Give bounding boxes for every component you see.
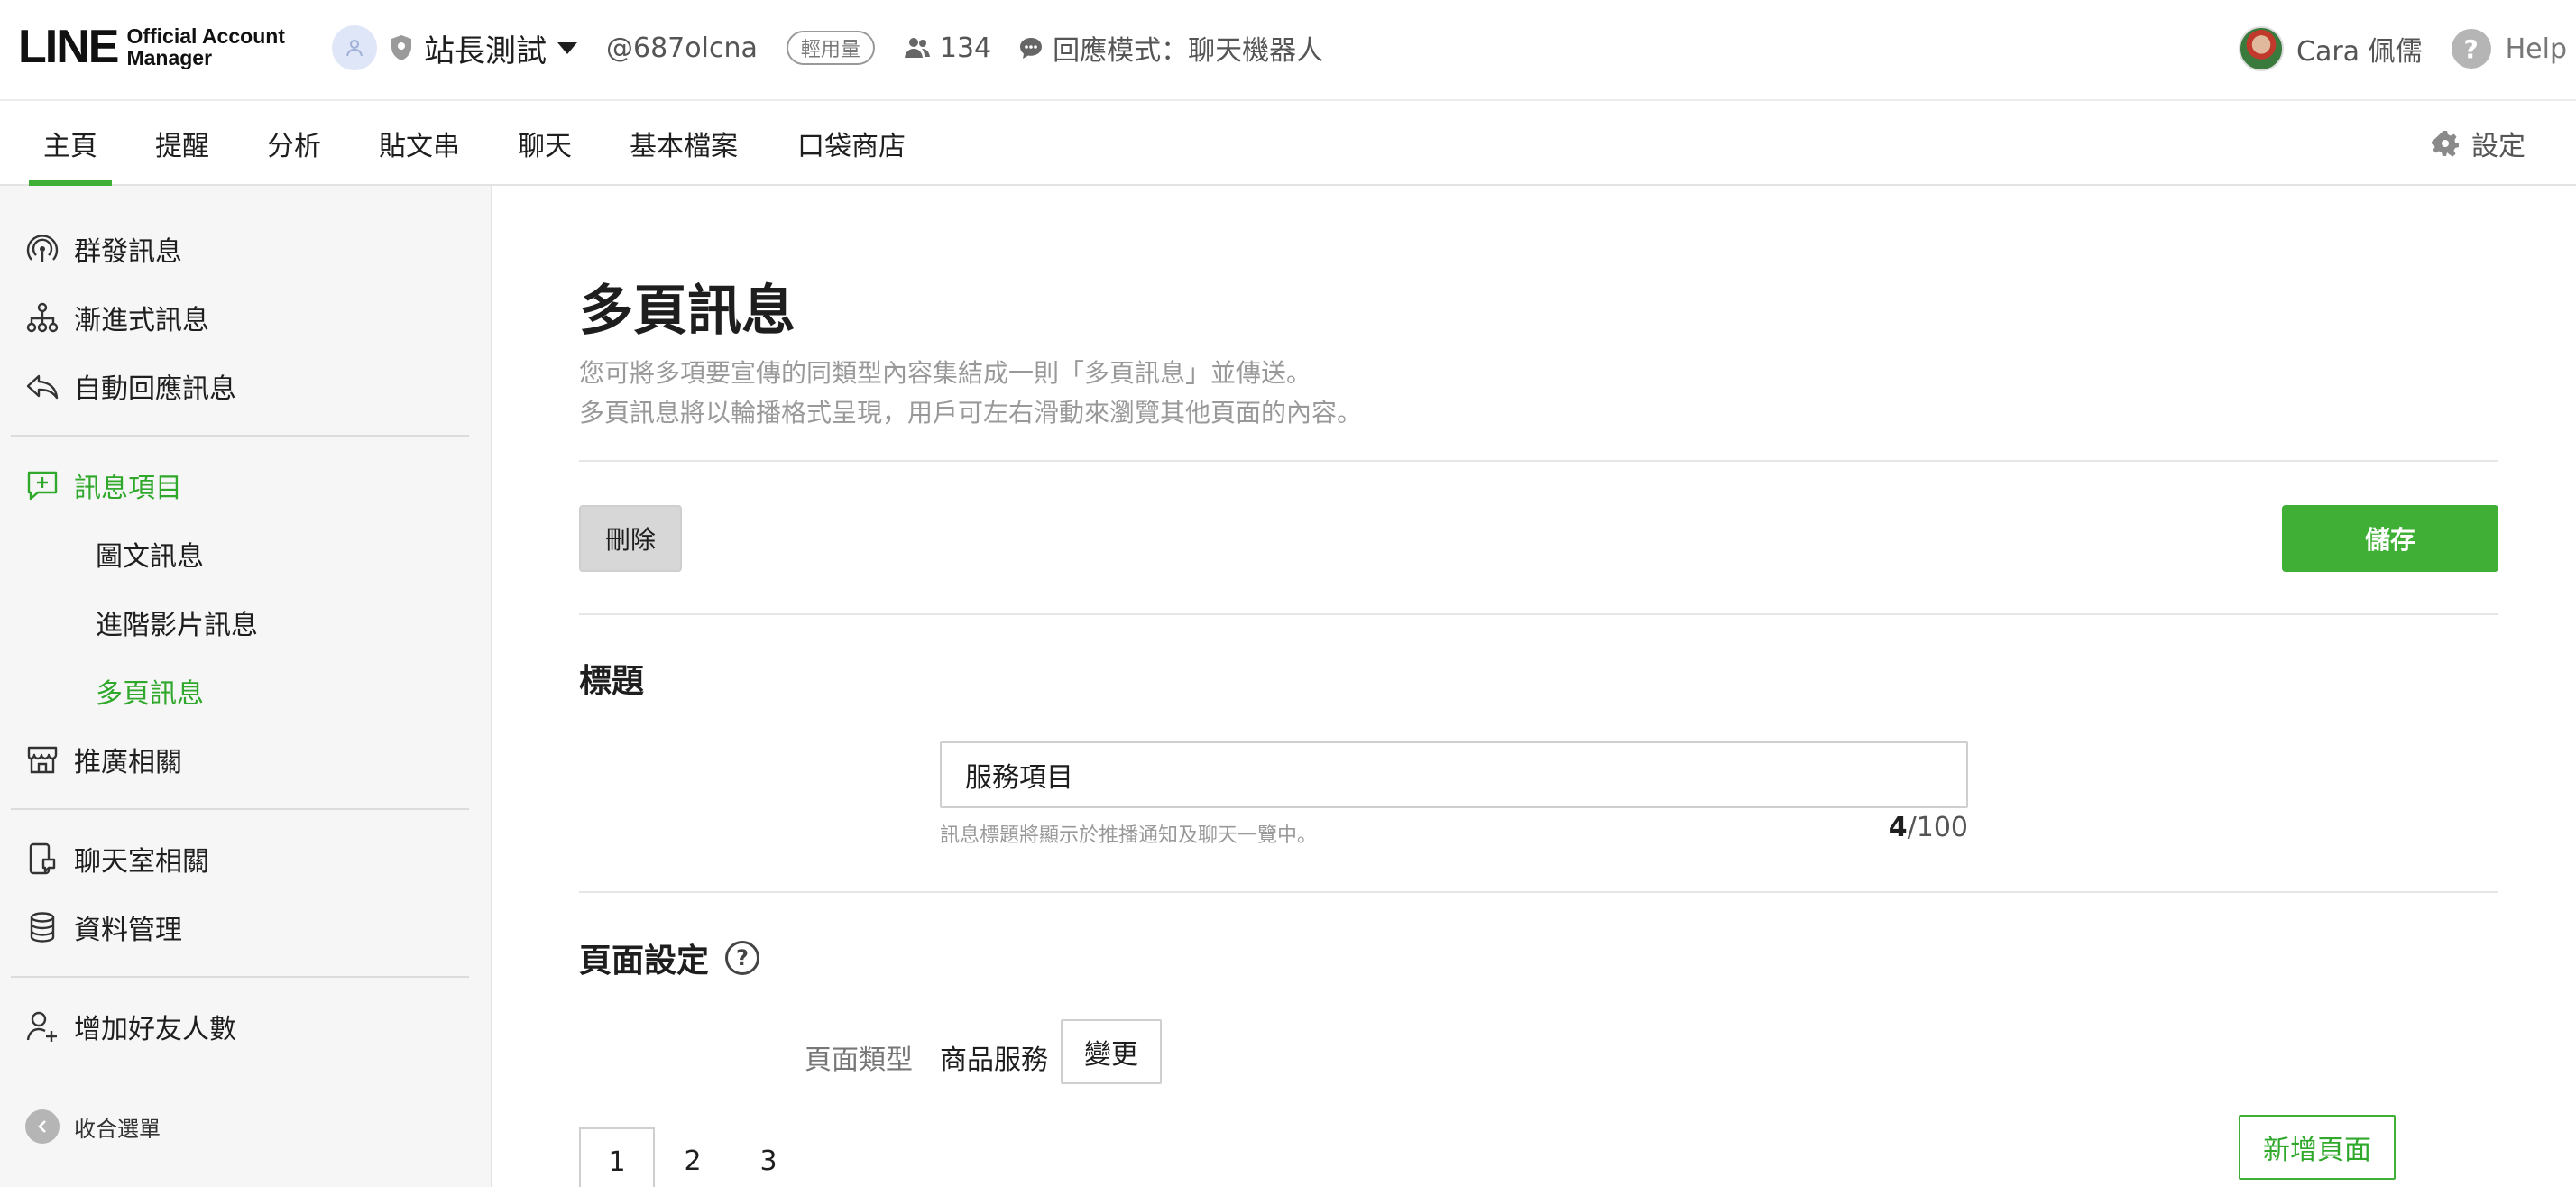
sidebar-item-message-items[interactable]: 訊息項目	[25, 460, 182, 511]
help-icon: ?	[2451, 29, 2491, 69]
sidebar-subitem-card-message[interactable]: 多頁訊息	[96, 666, 204, 716]
page-tab-3[interactable]: 3	[731, 1127, 806, 1187]
top-header: LINE Official Account Manager 站長測試 @687o…	[0, 0, 2576, 101]
store-icon	[27, 746, 58, 774]
delete-button[interactable]: 刪除	[579, 505, 682, 572]
tab-timeline[interactable]: 貼文串	[350, 101, 489, 186]
sidebar-divider	[11, 435, 469, 437]
plan-badge[interactable]: 輕用量	[786, 31, 875, 65]
help-link[interactable]: ? Help	[2451, 29, 2567, 69]
chat-bubble-icon	[1020, 38, 1043, 59]
add-page-button[interactable]: 新增頁面	[2239, 1115, 2396, 1180]
database-icon	[30, 912, 55, 943]
divider	[579, 460, 2498, 462]
tab-home[interactable]: 主頁	[14, 101, 126, 186]
message-title-input[interactable]	[940, 741, 1968, 808]
sidebar-item-data-management[interactable]: 資料管理	[25, 902, 182, 952]
main-content: 多頁訊息 您可將多項要宣傳的同類型內容集結成一則「多頁訊息」並傳送。 多頁訊息將…	[494, 186, 2576, 1187]
main-tab-nav: 主頁 提醒 分析 貼文串 聊天 基本檔案 口袋商店 設定	[0, 101, 2576, 186]
sidebar: 群發訊息 漸進式訊息 自動回應訊息 訊息項目 圖文訊息 進階影片訊息 多頁訊息	[0, 186, 492, 1187]
save-button[interactable]: 儲存	[2282, 505, 2498, 572]
chatroom-icon	[29, 842, 56, 875]
page-title: 多頁訊息	[579, 280, 796, 343]
settings-link[interactable]: 設定	[2432, 101, 2525, 186]
page-tab-1[interactable]: 1	[579, 1127, 655, 1187]
title-char-counter: 4/100	[1888, 812, 1968, 843]
tab-chat[interactable]: 聊天	[489, 101, 601, 186]
sidebar-subitem-rich-message[interactable]: 圖文訊息	[96, 529, 204, 579]
friend-count[interactable]: 134	[904, 32, 991, 64]
divider	[579, 613, 2498, 615]
logo-wordmark: LINE	[18, 21, 119, 73]
sidebar-divider	[11, 808, 469, 810]
person-placeholder-icon	[346, 40, 363, 57]
account-name[interactable]: 站長測試	[424, 26, 547, 70]
divider	[579, 891, 2498, 893]
response-mode[interactable]: 回應模式：聊天機器人	[1018, 28, 1323, 68]
tab-pocket-store[interactable]: 口袋商店	[768, 101, 934, 186]
change-page-type-button[interactable]: 變更	[1061, 1019, 1162, 1084]
account-switcher: 站長測試 @687olcna 輕用量 134 回應模式：聊天機器人	[332, 23, 1323, 72]
logo-subtitle: Official Account Manager	[126, 24, 285, 69]
sidebar-divider	[11, 976, 469, 978]
page-description: 多頁訊息將以輪播格式呈現，用戶可左右滑動來瀏覽其他頁面的內容。	[579, 398, 1363, 428]
gear-icon	[2432, 131, 2459, 157]
step-flow-icon	[26, 302, 59, 333]
page-tab-2[interactable]: 2	[655, 1127, 731, 1187]
tab-insights[interactable]: 分析	[238, 101, 350, 186]
user-menu[interactable]: Cara 佩儒 ? Help	[2239, 25, 2567, 72]
tab-profile[interactable]: 基本檔案	[601, 101, 767, 186]
page-type-value: 商品服務	[940, 1044, 1048, 1076]
add-friend-icon	[26, 1011, 57, 1042]
user-name: Cara 佩儒	[2296, 36, 2423, 68]
verified-shield-icon	[391, 35, 411, 60]
title-section-heading: 標題	[579, 663, 645, 700]
title-hint: 訊息標題將顯示於推播通知及聊天一覽中。	[940, 824, 1318, 847]
broadcast-icon	[26, 235, 59, 262]
help-question-icon[interactable]: ?	[725, 941, 760, 975]
collapse-menu-button[interactable]: 收合選單	[25, 1109, 161, 1144]
chevron-left-icon	[25, 1109, 60, 1144]
sidebar-item-add-friends[interactable]: 增加好友人數	[25, 1001, 236, 1052]
sidebar-item-chatroom[interactable]: 聊天室相關	[25, 833, 209, 884]
page-type-label: 頁面類型	[805, 1044, 913, 1076]
message-plus-icon	[27, 471, 58, 501]
friends-icon	[904, 38, 930, 58]
sidebar-subitem-rich-video[interactable]: 進階影片訊息	[96, 597, 258, 648]
account-avatar[interactable]	[332, 25, 377, 70]
page-settings-heading: 頁面設定 ?	[579, 934, 760, 981]
sidebar-item-step-message[interactable]: 漸進式訊息	[25, 292, 209, 343]
chevron-down-icon[interactable]	[557, 41, 577, 54]
account-id: @687olcna	[606, 32, 758, 64]
line-oa-manager-logo[interactable]: LINE Official Account Manager	[18, 22, 285, 72]
user-avatar	[2239, 26, 2284, 71]
page-description: 您可將多項要宣傳的同類型內容集結成一則「多頁訊息」並傳送。	[579, 358, 1312, 388]
sidebar-item-auto-reply[interactable]: 自動回應訊息	[25, 361, 236, 411]
reply-icon	[26, 374, 59, 400]
sidebar-item-promotion[interactable]: 推廣相關	[25, 734, 182, 785]
tab-notifications[interactable]: 提醒	[126, 101, 238, 186]
sidebar-item-broadcast[interactable]: 群發訊息	[25, 224, 182, 274]
